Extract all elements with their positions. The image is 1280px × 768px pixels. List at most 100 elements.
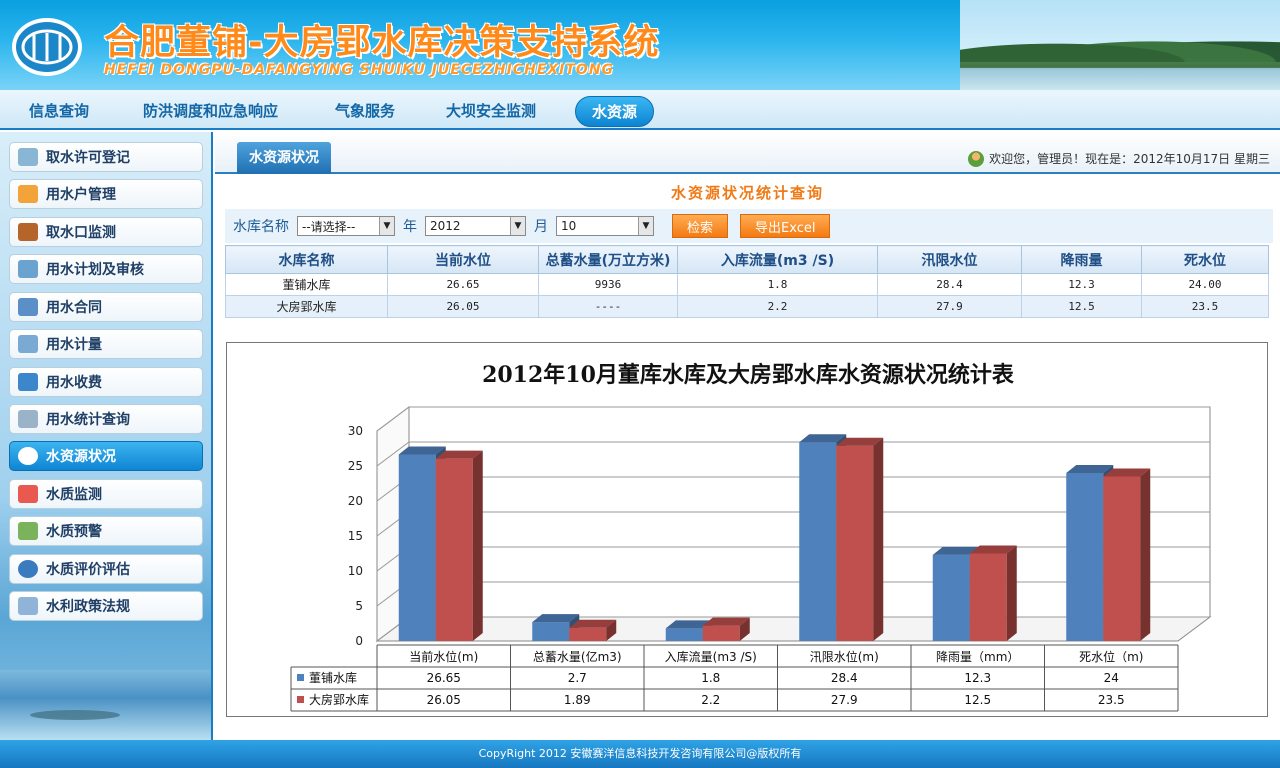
month-label: 月 xyxy=(534,219,548,235)
bar xyxy=(532,622,570,641)
sidebar-item-quality-evaluate[interactable]: 水质评价评估 xyxy=(9,554,203,584)
law-icon xyxy=(18,597,38,615)
data-label: 2.2 xyxy=(701,693,720,707)
bar-side xyxy=(1140,468,1151,641)
bar xyxy=(969,553,1007,641)
chart-icon xyxy=(18,260,38,278)
sidebar-item-water-metering[interactable]: 用水计量 xyxy=(9,329,203,359)
sidebar: 取水许可登记 用水户管理 取水口监测 用水计划及审核 用水合同 用水计量 用水收… xyxy=(0,132,213,740)
legend-label: 董铺水库 xyxy=(309,670,357,685)
water-status-table: 水库名称 当前水位 总蓄水量(万立方米) 入库流量(m3 /S) 汛限水位 降雨… xyxy=(225,245,1269,318)
sidebar-lake-image xyxy=(0,670,211,740)
bar xyxy=(1103,476,1141,641)
sidebar-item-label: 水质预警 xyxy=(46,524,102,540)
nav-item-water-resources[interactable]: 水资源 xyxy=(575,96,655,127)
table-cell: 大房郢水库 xyxy=(225,295,388,318)
table-cell: 2.2 xyxy=(677,295,878,318)
sidebar-item-water-contract[interactable]: 用水合同 xyxy=(9,292,203,322)
bar xyxy=(799,442,837,641)
tab-water-status[interactable]: 水资源状况 xyxy=(237,142,331,174)
reservoir-select[interactable]: --请选择-- ▼ xyxy=(297,216,395,236)
table-cell: 1.8 xyxy=(677,273,878,296)
folder-icon xyxy=(18,148,38,166)
chevron-down-icon[interactable]: ▼ xyxy=(379,217,394,235)
sidebar-item-water-permit[interactable]: 取水许可登记 xyxy=(9,142,203,172)
sidebar-item-intake-monitor[interactable]: 取水口监测 xyxy=(9,217,203,247)
sidebar-item-water-plan[interactable]: 用水计划及审核 xyxy=(9,254,203,284)
data-label: 12.5 xyxy=(964,693,991,707)
header-scenery-image xyxy=(960,0,1280,90)
x-tick-label: 汛限水位(m) xyxy=(810,649,879,664)
data-label: 28.4 xyxy=(831,671,858,685)
year-select[interactable]: 2012 ▼ xyxy=(425,216,526,236)
data-label: 26.65 xyxy=(427,671,461,685)
nav-item-weather[interactable]: 气象服务 xyxy=(335,100,395,121)
data-label: 27.9 xyxy=(831,693,858,707)
table-row: 董铺水库 26.65 9936 1.8 28.4 12.3 24.00 xyxy=(225,273,1269,296)
sidebar-item-water-policy[interactable]: 水利政策法规 xyxy=(9,591,203,621)
user-icon xyxy=(968,150,985,167)
search-button[interactable]: 检索 xyxy=(672,214,729,238)
bar xyxy=(665,628,703,641)
sidebar-item-quality-alert[interactable]: 水质预警 xyxy=(9,516,203,546)
sidebar-item-label: 水资源状况 xyxy=(46,449,116,465)
sidebar-item-label: 用水收费 xyxy=(46,375,102,391)
sidebar-item-label: 水质评价评估 xyxy=(46,562,130,578)
table-cell: 23.5 xyxy=(1141,295,1269,318)
column-header: 汛限水位 xyxy=(877,245,1022,274)
sidebar-item-water-stats[interactable]: 用水统计查询 xyxy=(9,404,203,434)
bar xyxy=(702,625,740,641)
table-cell: 24.00 xyxy=(1141,273,1269,296)
alert-icon xyxy=(18,522,38,540)
legend-swatch xyxy=(297,674,304,681)
x-tick-label: 当前水位(m) xyxy=(409,649,478,664)
table-cell: ---- xyxy=(538,295,678,318)
footer-copyright: CopyRight 2012 安徽赛洋信息科技开发咨询有限公司@版权所有 xyxy=(0,740,1280,768)
nav-item-flood-control[interactable]: 防洪调度和应急响应 xyxy=(143,100,278,121)
sidebar-item-water-users[interactable]: 用水户管理 xyxy=(9,179,203,209)
table-row: 大房郢水库 26.05 ---- 2.2 27.9 12.5 23.5 xyxy=(225,295,1269,318)
table-cell: 26.65 xyxy=(387,273,539,296)
table-cell: 12.5 xyxy=(1021,295,1142,318)
nav-item-info-query[interactable]: 信息查询 xyxy=(29,100,89,121)
data-label: 23.5 xyxy=(1098,693,1125,707)
welcome-text: 欢迎您，管理员！现在是：2012年10月17日 星期三 xyxy=(989,152,1270,166)
month-select[interactable]: 10 ▼ xyxy=(556,216,654,236)
reservoir-label: 水库名称 xyxy=(233,219,289,235)
bar xyxy=(435,458,473,641)
x-tick-label: 总蓄水量(亿m3) xyxy=(533,649,622,664)
table-cell: 26.05 xyxy=(387,295,539,318)
legend-label: 大房郢水库 xyxy=(309,692,369,707)
data-label: 24 xyxy=(1104,671,1119,685)
bar xyxy=(836,445,874,641)
sidebar-item-water-quality[interactable]: 水质监测 xyxy=(9,479,203,509)
column-header: 死水位 xyxy=(1141,245,1269,274)
section-title: 水资源状况统计查询 xyxy=(670,184,824,202)
export-excel-button[interactable]: 导出Excel xyxy=(740,214,831,238)
nav-item-dam-safety[interactable]: 大坝安全监测 xyxy=(446,100,536,121)
chevron-down-icon[interactable]: ▼ xyxy=(638,217,653,235)
tab-bar: 水资源状况 欢迎您，管理员！现在是：2012年10月17日 星期三 xyxy=(215,132,1280,174)
table-cell: 12.3 xyxy=(1021,273,1142,296)
year-label: 年 xyxy=(403,219,417,235)
sidebar-item-label: 用水合同 xyxy=(46,300,102,316)
bar-side xyxy=(472,450,483,641)
x-tick-label: 降雨量（mm） xyxy=(936,650,1019,664)
sidebar-item-label: 水利政策法规 xyxy=(46,599,130,615)
y-tick-label: 10 xyxy=(348,564,363,578)
meter-icon xyxy=(18,335,38,353)
table-cell: 董铺水库 xyxy=(225,273,388,296)
sidebar-item-label: 水质监测 xyxy=(46,487,102,503)
column-header: 总蓄水量(万立方米) xyxy=(538,245,678,274)
sidebar-item-water-fee[interactable]: 用水收费 xyxy=(9,367,203,397)
app-title: 合肥董铺-大房郢水库决策支持系统 xyxy=(104,23,660,63)
column-header: 当前水位 xyxy=(387,245,539,274)
app-header: 合肥董铺-大房郢水库决策支持系统 HEFEI DONGPU-DAFANGYING… xyxy=(0,0,1280,90)
column-header: 降雨量 xyxy=(1021,245,1142,274)
data-label: 1.89 xyxy=(564,693,591,707)
x-tick-label: 入库流量(m3 /S) xyxy=(665,649,757,664)
legend-swatch xyxy=(297,696,304,703)
sidebar-item-water-status[interactable]: 水资源状况 xyxy=(9,441,203,471)
chevron-down-icon[interactable]: ▼ xyxy=(510,217,525,235)
data-label: 1.8 xyxy=(701,671,720,685)
